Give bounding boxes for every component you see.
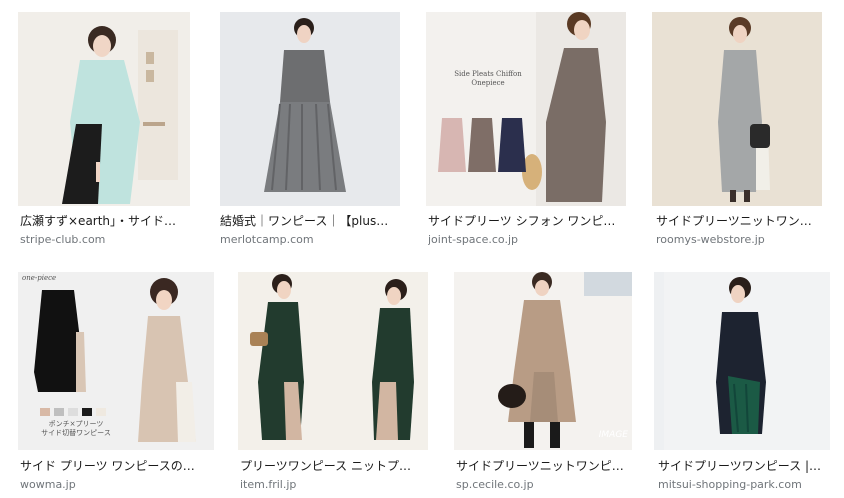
result-source: merlotcamp.com <box>220 233 314 246</box>
result-thumbnail[interactable] <box>654 272 830 450</box>
result-source: item.fril.jp <box>240 478 297 491</box>
result-title[interactable]: 広瀬すず×earth」・サイド… <box>20 213 188 229</box>
result-source: roomys-webstore.jp <box>656 233 765 246</box>
dress-photo <box>18 12 190 206</box>
watermark-label: IMAGE <box>598 430 628 440</box>
image-result-card[interactable]: 広瀬すず×earth」・サイド… stripe-club.com <box>18 0 198 250</box>
image-result-card[interactable]: Side Pleats Chiffon Onepiece サイドプリーツ シフォ… <box>424 0 634 250</box>
image-result-card[interactable]: プリーツワンピース ニットプ… item.fril.jp <box>238 262 438 498</box>
banner-line-2: Onepiece <box>471 79 505 87</box>
image-result-card[interactable]: IMAGE サイドプリーツニットワンピ… sp.cecile.co.jp <box>454 262 644 498</box>
banner-line-2: サイド切替ワンピース <box>41 429 111 437</box>
result-thumbnail[interactable] <box>652 12 822 206</box>
product-banner-title: ポンチ×プリーツ サイド切替ワンピース <box>32 420 120 438</box>
result-source: joint-space.co.jp <box>428 233 518 246</box>
result-thumbnail[interactable] <box>238 272 428 450</box>
result-title[interactable]: 結婚式｜ワンピース｜【plus… <box>220 213 400 229</box>
result-thumbnail[interactable] <box>18 12 190 206</box>
result-title[interactable]: サイド プリーツ ワンピースの… <box>20 458 210 474</box>
image-result-card[interactable]: サイドプリーツニットワン… roomys-webstore.jp <box>652 0 832 250</box>
banner-line-1: ポンチ×プリーツ <box>48 420 104 428</box>
corner-caption: one-piece <box>22 274 57 282</box>
result-source: mitsui-shopping-park.com <box>658 478 802 491</box>
result-title[interactable]: サイドプリーツワンピース |… <box>658 458 830 474</box>
dress-photo <box>454 272 632 450</box>
result-thumbnail[interactable] <box>220 12 400 206</box>
product-banner-title: Side Pleats Chiffon Onepiece <box>446 70 530 88</box>
result-title[interactable]: サイドプリーツ シフォン ワンピ… <box>428 213 624 229</box>
result-title[interactable]: サイドプリーツニットワンピ… <box>456 458 632 474</box>
result-thumbnail[interactable]: IMAGE <box>454 272 632 450</box>
result-source: stripe-club.com <box>20 233 106 246</box>
image-result-card[interactable]: サイドプリーツワンピース |… mitsui-shopping-park.com <box>652 262 838 498</box>
image-result-card[interactable]: 結婚式｜ワンピース｜【plus… merlotcamp.com <box>218 0 408 250</box>
result-title[interactable]: プリーツワンピース ニットプ… <box>240 458 426 474</box>
result-thumbnail[interactable]: Side Pleats Chiffon Onepiece <box>426 12 626 206</box>
result-thumbnail[interactable]: one-piece ポンチ×プリーツ サイド切替ワンピース <box>18 272 214 450</box>
dress-photo <box>238 272 428 450</box>
dress-photo <box>220 12 400 206</box>
result-source: sp.cecile.co.jp <box>456 478 534 491</box>
dress-photo <box>652 12 822 206</box>
dress-photo <box>654 272 830 450</box>
image-result-card[interactable]: one-piece ポンチ×プリーツ サイド切替ワンピース サイド プリーツ ワ… <box>18 262 218 498</box>
dress-photo <box>426 12 626 206</box>
result-source: wowma.jp <box>20 478 76 491</box>
result-title[interactable]: サイドプリーツニットワン… <box>656 213 824 229</box>
banner-line-1: Side Pleats Chiffon <box>454 70 522 78</box>
